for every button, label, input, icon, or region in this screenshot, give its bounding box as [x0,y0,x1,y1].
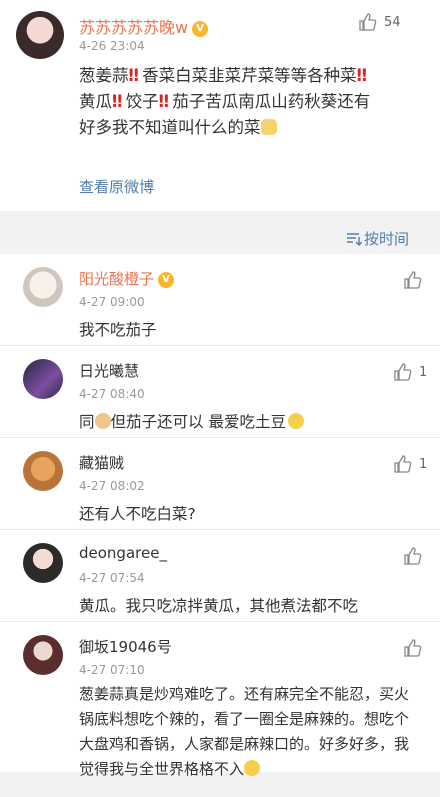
comment-time: 4-27 07:10 [79,663,145,677]
comment-item: 日光曦慧 4-27 08:40 1 同但茄子还可以 最爱吃土豆 [0,346,440,438]
root-avatar[interactable] [16,11,64,59]
comment-username[interactable]: deongaree_ [79,544,167,562]
root-time: 4-26 23:04 [79,39,145,53]
comment-like-button[interactable] [403,546,423,566]
comment-time: 4-27 09:00 [79,295,145,309]
comment-like-button[interactable]: 1 [393,362,427,382]
thumb-up-icon [359,13,377,31]
handshake-emoji-icon [94,413,111,429]
comment-username[interactable]: 藏猫贼 [79,452,124,473]
comment-time: 4-27 07:54 [79,571,145,585]
emoji-icon [260,119,277,135]
comment-list: 阳光酸橙子 V 4-27 09:00 我不吃茄子 日光曦慧 4-27 08:40 … [0,254,440,778]
thumb-up-icon [404,271,422,289]
root-like-count: 54 [384,14,401,30]
comment-item: 阳光酸橙子 V 4-27 09:00 我不吃茄子 [0,254,440,346]
comment-avatar[interactable] [23,451,63,491]
vip-badge-icon: V [158,271,175,288]
comment-username[interactable]: 御坂19046号 [79,636,172,657]
face-emoji-icon [287,413,304,429]
thumb-up-icon [404,639,422,657]
comment-avatar[interactable] [23,635,63,675]
comment-avatar[interactable] [23,543,63,583]
comment-text: 我不吃茄子 [79,321,157,339]
comment-text: 同但茄子还可以 最爱吃土豆 [79,409,304,435]
thumb-up-icon [404,547,422,565]
sort-icon [346,232,362,246]
comment-text: 葱姜蒜真是炒鸡难吃了。还有麻完全不能忍，买火 锅底料想吃个辣的，看了一圈全是麻辣… [79,685,410,778]
comment-item: 藏猫贼 4-27 08:02 1 还有人不吃白菜? [0,438,440,530]
comment-like-count: 1 [419,456,428,472]
root-username-text[interactable]: 苏苏苏苏苏晚w [79,18,188,37]
root-line-1: 葱姜蒜‼ 香菜白菜韭菜芹菜等等各种菜‼ [79,66,367,85]
comment-item: 御坂19046号 4-27 07:10 葱姜蒜真是炒鸡难吃了。还有麻完全不能忍，… [0,622,440,778]
comment-avatar[interactable] [23,359,63,399]
comment-time: 4-27 08:40 [79,387,145,401]
vip-badge-icon: V [192,20,209,37]
root-like-button[interactable]: 54 [358,12,401,32]
comment-text: 黄瓜。我只吃凉拌黄瓜，其他煮法都不吃 [79,597,359,615]
comment-like-button[interactable] [403,270,423,290]
thumb-up-icon [394,363,412,381]
root-comment-text: 葱姜蒜‼ 香菜白菜韭菜芹菜等等各种菜‼ 黄瓜‼ 饺子‼ 茄子苦瓜南瓜山药秋葵还有… [79,63,424,141]
comment-text: 还有人不吃白菜? [79,505,196,523]
root-comment: 苏苏苏苏苏晚w V 4-26 23:04 54 葱姜蒜‼ 香菜白菜韭菜芹菜等等各种… [0,0,440,211]
laugh-emoji-icon [244,760,261,776]
comment-avatar[interactable] [23,267,63,307]
comment-like-count: 1 [419,364,428,380]
root-line-3: 好多我不知道叫什么的菜 [79,115,424,141]
comment-username[interactable]: 阳光酸橙子 V [79,268,175,289]
sort-by-time-button[interactable]: 按时间 [346,228,409,249]
root-username[interactable]: 苏苏苏苏苏晚w V [79,14,209,38]
comment-item: deongaree_ 4-27 07:54 黄瓜。我只吃凉拌黄瓜，其他煮法都不吃 [0,530,440,622]
view-original-link[interactable]: 查看原微博 [79,176,154,197]
comment-like-button[interactable] [403,638,423,658]
comment-time: 4-27 08:02 [79,479,145,493]
comment-username[interactable]: 日光曦慧 [79,360,139,381]
root-line-2: 黄瓜‼ 饺子‼ 茄子苦瓜南瓜山药秋葵还有 [79,92,371,111]
comment-like-button[interactable]: 1 [393,454,427,474]
sort-label: 按时间 [363,230,409,248]
thumb-up-icon [394,455,412,473]
